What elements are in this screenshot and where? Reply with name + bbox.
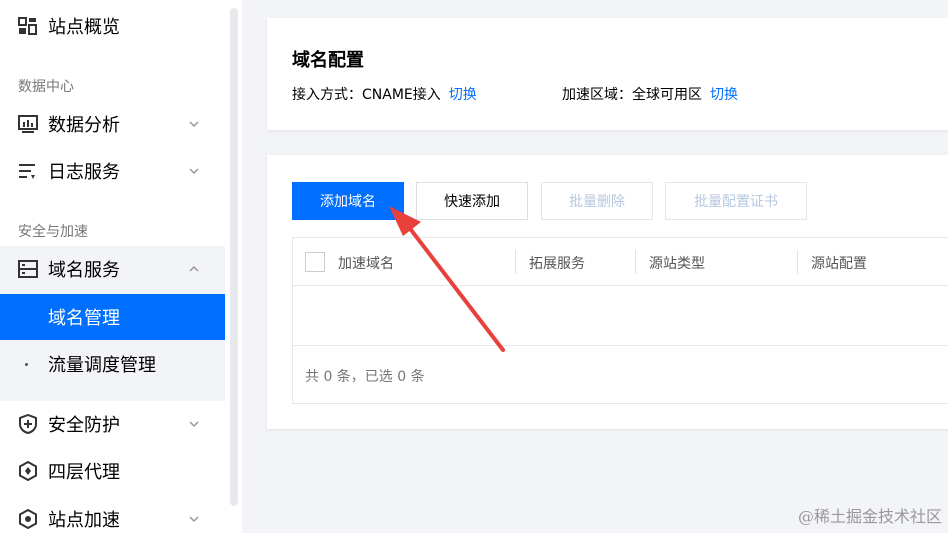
sidebar-item-label: 域名服务 xyxy=(48,260,120,281)
server-icon xyxy=(18,260,38,278)
column-divider xyxy=(797,250,798,274)
chevron-down-icon xyxy=(189,121,199,128)
config-title: 域名配置 xyxy=(292,50,364,71)
domain-config-card: 域名配置 接入方式： CNAME接入 切换 加速区域： 全球可用区 切换 xyxy=(267,18,948,130)
monitor-chart-icon xyxy=(18,115,38,133)
sidebar-item-overview[interactable]: 站点概览 xyxy=(0,3,225,49)
sidebar-item-data-analysis[interactable]: 数据分析 xyxy=(0,101,225,147)
sidebar-item-domain-manage[interactable]: 域名管理 xyxy=(0,294,225,340)
watermark: @稀土掘金技术社区 xyxy=(797,507,942,526)
sidebar-item-log-service[interactable]: 日志服务 xyxy=(0,148,225,194)
sidebar-item-label: 站点加速 xyxy=(48,510,120,531)
sidebar-item-security-protect[interactable]: 安全防护 xyxy=(0,401,225,447)
batch-delete-button[interactable]: 批量删除 xyxy=(541,182,653,220)
column-header: 源站类型 xyxy=(649,256,705,272)
sidebar-item-label: 安全防护 xyxy=(48,415,120,436)
sidebar-scrollbar[interactable] xyxy=(230,8,238,506)
region-row: 加速区域： 全球可用区 切换 xyxy=(562,84,738,104)
dashboard-icon xyxy=(18,17,37,35)
hexagon-accel-icon xyxy=(19,509,37,529)
sidebar-item-label: 站点概览 xyxy=(48,17,120,38)
sidebar-item-label: 四层代理 xyxy=(48,462,120,483)
sidebar: 站点概览 数据中心 数据分析 日志服务 安全与加速 域名服务 域名管理 流量调度… xyxy=(0,0,242,533)
chevron-down-icon xyxy=(189,421,199,428)
select-all-checkbox[interactable] xyxy=(305,252,325,272)
access-label: 接入方式： xyxy=(292,87,362,103)
access-value: CNAME接入 xyxy=(362,87,441,103)
bullet-icon xyxy=(25,363,28,366)
table-footer-count: 共 0 条，已选 0 条 xyxy=(305,369,425,385)
column-header: 源站配置 xyxy=(811,256,867,272)
column-divider xyxy=(515,250,516,274)
sidebar-item-domain-service[interactable]: 域名服务 xyxy=(0,246,225,292)
list-icon xyxy=(19,164,35,179)
chevron-up-icon xyxy=(189,265,199,272)
domain-service-group: 域名服务 域名管理 流量调度管理 xyxy=(0,246,225,401)
column-divider xyxy=(635,250,636,274)
section-title-security: 安全与加速 xyxy=(18,224,88,240)
annotation-arrow-icon xyxy=(389,206,505,352)
sidebar-item-layer4-proxy[interactable]: 四层代理 xyxy=(0,448,225,494)
chevron-down-icon xyxy=(189,168,199,175)
section-title-data: 数据中心 xyxy=(18,79,74,95)
region-switch-link[interactable]: 切换 xyxy=(710,84,738,104)
region-label: 加速区域： xyxy=(562,87,632,103)
sidebar-item-label: 数据分析 xyxy=(48,115,120,136)
sidebar-item-label: 日志服务 xyxy=(48,162,120,183)
batch-cert-button[interactable]: 批量配置证书 xyxy=(665,182,807,220)
sidebar-item-label: 域名管理 xyxy=(48,308,120,329)
hexagon-icon xyxy=(19,461,37,481)
region-value: 全球可用区 xyxy=(632,87,702,103)
sidebar-item-label: 流量调度管理 xyxy=(48,355,156,376)
chevron-down-icon xyxy=(189,516,199,523)
access-switch-link[interactable]: 切换 xyxy=(449,84,477,104)
domain-list-card: 添加域名 快速添加 批量删除 批量配置证书 加速域名 拓展服务 源站类型 源站配… xyxy=(267,155,948,429)
column-header: 拓展服务 xyxy=(529,256,585,272)
shield-icon xyxy=(19,414,37,434)
access-mode-row: 接入方式： CNAME接入 切换 xyxy=(292,84,477,104)
sidebar-item-traffic-schedule[interactable]: 流量调度管理 xyxy=(0,341,225,387)
sidebar-item-site-accel[interactable]: 站点加速 xyxy=(0,496,225,533)
